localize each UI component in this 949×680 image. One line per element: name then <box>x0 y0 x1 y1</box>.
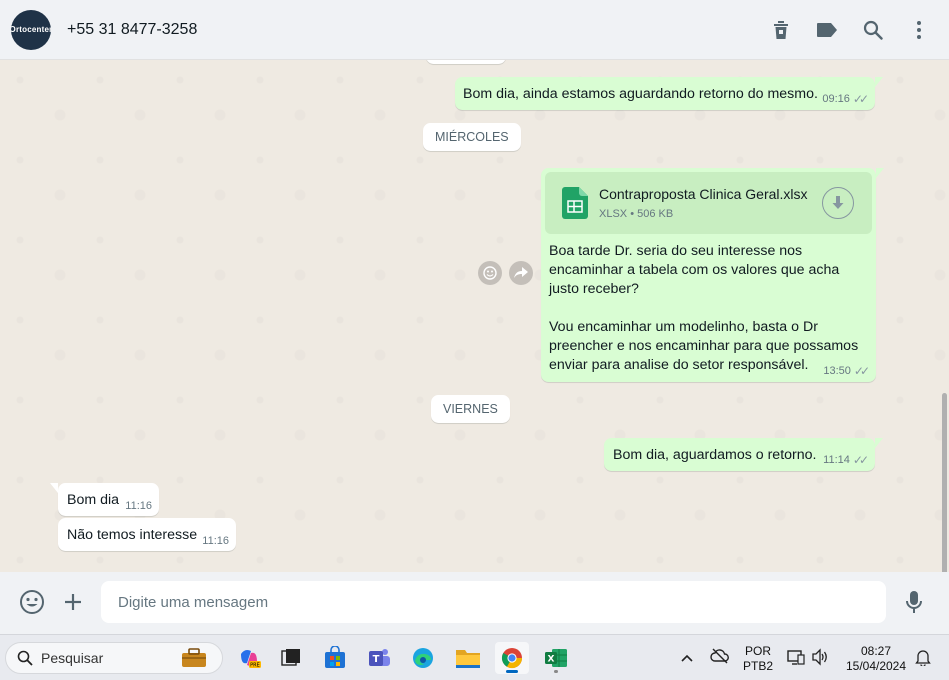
windows-taskbar: Pesquisar PRE T X POR PTB2 08:27 15/04/2… <box>0 634 949 680</box>
search-icon <box>17 650 33 666</box>
message-text: Bom dia, ainda estamos aguardando retorn… <box>463 86 818 102</box>
svg-text:X: X <box>548 655 555 665</box>
message-time: 11:14 <box>823 454 850 466</box>
message-text: Bom dia, aguardamos o retorno. <box>613 447 817 463</box>
menu-icon[interactable] <box>907 18 931 42</box>
volume-icon[interactable] <box>811 648 829 671</box>
open-app-indicator <box>554 670 558 673</box>
contact-name[interactable]: +55 31 8477-3258 <box>67 21 197 39</box>
taskbar-search[interactable]: Pesquisar <box>5 642 223 674</box>
keyboard-layout: PTB2 <box>742 659 773 673</box>
message-incoming[interactable]: Bom dia 11:16 <box>50 483 159 516</box>
message-outgoing-document[interactable]: Contraproposta Clinica Geral.xlsx XLSX •… <box>541 168 884 382</box>
document-type: XLSX <box>599 208 628 220</box>
read-ticks-icon: ✓✓ <box>853 364 870 378</box>
spreadsheet-file-icon <box>562 187 588 219</box>
cloud-offline-icon[interactable] <box>710 648 730 669</box>
message-composer <box>0 572 949 634</box>
react-emoji-icon[interactable] <box>478 261 502 285</box>
message-incoming[interactable]: Não temos interesse 11:16 <box>58 518 236 551</box>
message-text: Não temos interesse <box>67 527 198 543</box>
document-card[interactable]: Contraproposta Clinica Geral.xlsx XLSX •… <box>545 172 872 234</box>
emoji-icon[interactable] <box>19 589 45 615</box>
day-chip: MIÉRCOLES <box>423 123 521 151</box>
message-time: 11:16 <box>202 535 229 547</box>
store-app[interactable] <box>318 642 352 674</box>
day-chip-partial <box>426 60 506 64</box>
microphone-icon[interactable] <box>901 589 927 615</box>
copilot-app[interactable]: PRE <box>232 642 266 674</box>
chevron-up-icon[interactable] <box>680 650 694 668</box>
message-outgoing[interactable]: Bom dia, aguardamos o retorno. 11:14 ✓✓ <box>604 438 883 471</box>
notification-bell-icon[interactable] <box>915 648 931 671</box>
chrome-app[interactable] <box>495 642 529 674</box>
contact-avatar[interactable]: Ortocenter <box>11 9 51 50</box>
delete-icon[interactable] <box>769 18 793 42</box>
clock-time: 08:27 <box>860 644 892 658</box>
network-icon[interactable] <box>787 648 805 671</box>
input-language[interactable]: POR PTB2 <box>742 644 774 674</box>
teams-app[interactable]: T <box>362 642 396 674</box>
briefcase-icon <box>182 648 206 667</box>
label-icon[interactable] <box>815 18 839 42</box>
message-time: 11:16 <box>125 500 152 512</box>
day-chip: VIERNES <box>431 395 510 423</box>
read-ticks-icon: ✓✓ <box>852 92 869 106</box>
chat-panel[interactable]: Bom dia, ainda estamos aguardando retorn… <box>0 60 949 572</box>
document-name: Contraproposta Clinica Geral.xlsx <box>599 186 808 202</box>
message-outgoing[interactable]: Bom dia, ainda estamos aguardando retorn… <box>455 77 883 110</box>
task-view-app[interactable] <box>274 642 308 674</box>
avatar-logo-text: Ortocenter <box>11 25 51 34</box>
read-ticks-icon: ✓✓ <box>852 453 869 467</box>
search-label: Pesquisar <box>41 650 104 666</box>
message-time: 13:50 <box>823 365 851 377</box>
chat-scrollbar[interactable] <box>942 393 947 572</box>
clock-date: 15/04/2024 <box>845 659 907 673</box>
chat-header: Ortocenter +55 31 8477-3258 <box>0 0 949 60</box>
attach-plus-icon[interactable] <box>60 589 86 615</box>
active-app-indicator <box>506 670 518 673</box>
message-time: 09:16 <box>822 93 850 105</box>
message-input[interactable] <box>101 581 886 623</box>
document-size: 506 KB <box>637 208 674 220</box>
file-explorer-app[interactable] <box>451 642 485 674</box>
edge-app[interactable] <box>406 642 440 674</box>
language-code: POR <box>744 644 771 658</box>
forward-icon[interactable] <box>509 261 533 285</box>
search-icon[interactable] <box>861 18 885 42</box>
excel-app[interactable]: X <box>539 642 573 674</box>
clock[interactable]: 08:27 15/04/2024 <box>840 644 912 674</box>
svg-text:T: T <box>373 654 380 665</box>
message-text: Boa tarde Dr. seria do seu interesse nos… <box>549 243 859 373</box>
download-icon[interactable] <box>822 187 854 219</box>
svg-text:PRE: PRE <box>250 663 260 669</box>
message-text: Bom dia <box>67 492 120 508</box>
